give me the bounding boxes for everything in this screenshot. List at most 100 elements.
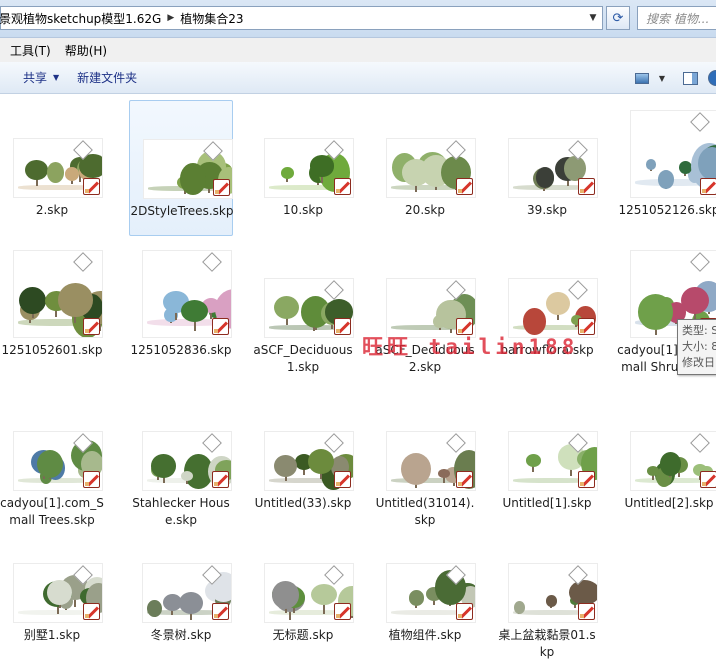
plant-canopy	[400, 453, 431, 485]
plant-canopy	[25, 159, 48, 180]
breadcrumb-separator-icon[interactable]: ▶	[165, 13, 176, 23]
sketchup-file-icon	[334, 318, 351, 335]
view-options-chevron-icon[interactable]: ▼	[659, 74, 665, 83]
page-fold-icon	[568, 280, 588, 300]
file-item[interactable]: 1251052601.skp	[0, 240, 104, 376]
help-icon[interactable]	[708, 70, 716, 86]
address-dropdown-icon[interactable]: ▼	[584, 7, 602, 29]
sketchup-file-icon	[456, 471, 473, 488]
file-item[interactable]: cadyou[1].com_Small Trees.skp	[0, 393, 104, 529]
tooltip-type: 类型: S	[682, 324, 716, 337]
plant-canopy	[58, 283, 93, 318]
file-item[interactable]: 10.skp	[251, 100, 355, 236]
sketchup-file-icon	[456, 178, 473, 195]
breadcrumb-item-parent[interactable]: 景观植物sketchup模型1.62G	[0, 10, 165, 27]
plant-canopy	[645, 158, 657, 170]
page-fold-icon	[324, 280, 344, 300]
file-thumbnail	[508, 431, 598, 491]
plant-canopy	[564, 155, 586, 181]
plant-canopy	[569, 580, 597, 606]
file-thumbnail	[508, 138, 598, 198]
share-label: 共享	[23, 71, 48, 85]
breadcrumb-item-current[interactable]: 植物集合23	[176, 10, 247, 27]
page-fold-icon	[202, 433, 222, 453]
file-thumbnail	[143, 139, 233, 199]
change-view-icon[interactable]	[634, 72, 649, 84]
plant-canopy	[545, 595, 557, 607]
plant-canopy	[306, 315, 321, 327]
sketchup-file-icon	[212, 471, 229, 488]
file-item[interactable]: 39.skp	[495, 100, 599, 236]
view-controls: ▼	[634, 66, 716, 90]
refresh-button[interactable]: ⟳	[606, 6, 630, 30]
file-grid: 2.skp 2DStyleTrees.skp 10.skp 20.skp 39.skp 1…	[0, 95, 716, 663]
sketchup-file-icon	[83, 178, 100, 195]
share-button[interactable]: 共享 ▼	[14, 66, 68, 90]
file-item[interactable]: 1251052836.skp	[129, 240, 233, 376]
plant-canopy	[545, 292, 570, 316]
file-name-label: aSCF_Deciduous1.skp	[253, 343, 353, 374]
page-fold-icon	[690, 112, 710, 132]
file-thumbnail	[142, 431, 232, 491]
watermark-text: 旺旺 tailin188	[362, 335, 579, 359]
plant-canopy	[36, 449, 63, 478]
file-item[interactable]: Untitled(33).skp	[251, 393, 355, 529]
plant-canopy	[274, 454, 298, 478]
preview-pane-icon[interactable]	[683, 71, 698, 85]
sketchup-file-icon	[83, 471, 100, 488]
file-item[interactable]: Untitled(31014).skp	[373, 393, 477, 529]
sketchup-file-icon	[83, 603, 100, 620]
file-thumbnail	[142, 563, 232, 623]
file-item[interactable]: 别墅1.skp	[0, 525, 104, 661]
sketchup-file-icon	[334, 471, 351, 488]
plant-canopy	[280, 167, 294, 179]
search-placeholder: 搜索 植物...	[646, 11, 710, 26]
sketchup-file-icon	[578, 318, 595, 335]
file-item[interactable]: 冬景树.skp	[129, 525, 233, 661]
file-item[interactable]: 2.skp	[0, 100, 104, 236]
file-name-label: Stahlecker House.skp	[132, 496, 230, 527]
file-name-label: 39.skp	[527, 203, 567, 217]
file-item[interactable]: 1251052126.skp	[617, 100, 716, 236]
new-folder-button[interactable]: 新建文件夹	[68, 66, 146, 90]
file-thumbnail	[264, 563, 354, 623]
chevron-down-icon: ▼	[53, 73, 60, 82]
file-item[interactable]: 植物组件.skp	[373, 525, 477, 661]
file-item[interactable]: Untitled[2].skp	[617, 393, 716, 529]
file-name-label: 10.skp	[283, 203, 323, 217]
breadcrumb[interactable]: 景观植物sketchup模型1.62G ▶ 植物集合23 ▼	[0, 6, 603, 30]
plant-canopy	[151, 454, 176, 478]
sketchup-file-icon	[213, 179, 230, 196]
file-item[interactable]: 桌上盆栽黏景01.skp	[495, 525, 599, 661]
sketchup-file-icon	[334, 178, 351, 195]
file-thumbnail	[630, 110, 716, 198]
menu-help[interactable]: 帮助(H)	[58, 42, 114, 59]
file-item[interactable]: 无标题.skp	[251, 525, 355, 661]
file-name-label: 2.skp	[35, 203, 69, 217]
menu-tools[interactable]: 工具(T)	[3, 42, 58, 59]
file-thumbnail	[13, 563, 103, 623]
file-thumbnail	[386, 563, 476, 623]
plant-canopy	[179, 592, 204, 615]
file-name-label: Untitled(31014).skp	[375, 496, 475, 527]
file-thumbnail	[508, 278, 598, 338]
address-bar: 景观植物sketchup模型1.62G ▶ 植物集合23 ▼ ⟳ 搜索 植物..…	[0, 0, 716, 38]
file-thumbnail	[264, 431, 354, 491]
sketchup-file-icon	[456, 603, 473, 620]
file-item[interactable]: Stahlecker House.skp	[129, 393, 233, 529]
file-item[interactable]: Untitled[1].skp	[495, 393, 599, 529]
file-item[interactable]: aSCF_Deciduous1.skp	[251, 240, 355, 376]
plant-canopy	[659, 451, 682, 476]
sketchup-file-icon	[212, 603, 229, 620]
file-item[interactable]: 20.skp	[373, 100, 477, 236]
sketchup-file-icon	[578, 178, 595, 195]
plant-canopy	[647, 466, 659, 476]
file-name-label: 冬景树.skp	[150, 628, 212, 642]
search-input[interactable]: 搜索 植物...	[637, 6, 716, 30]
file-item[interactable]: 2DStyleTrees.skp	[129, 100, 233, 236]
sketchup-file-icon	[700, 471, 716, 488]
page-fold-icon	[690, 252, 710, 272]
file-name-label: Untitled[2].skp	[624, 496, 714, 510]
file-name-label: 植物组件.skp	[388, 628, 462, 642]
plant-canopy	[273, 295, 300, 319]
